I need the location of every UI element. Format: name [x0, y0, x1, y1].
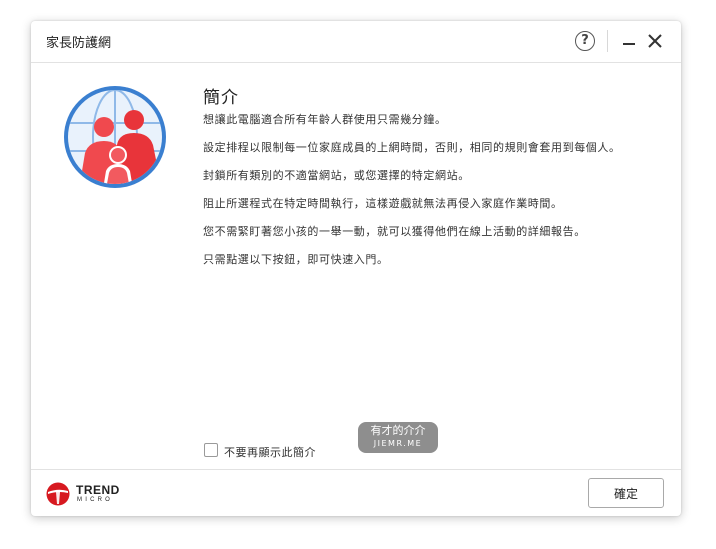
watermark-url: JIEMR.ME	[373, 439, 423, 448]
intro-paragraph: 您不需緊盯著您小孩的一舉一動，就可以獲得他們在線上活動的詳細報告。	[203, 225, 586, 238]
logo-brand: TREND	[76, 483, 120, 497]
intro-paragraph: 只需點選以下按鈕，即可快速入門。	[203, 253, 389, 266]
intro-paragraph: 設定排程以限制每一位家庭成員的上網時間，否則，相同的規則會套用到每個人。	[203, 141, 621, 154]
watermark-badge: 有才的介介 JIEMR.ME	[358, 422, 438, 453]
trend-micro-logo: TREND MICRO	[46, 481, 126, 507]
close-button[interactable]	[646, 32, 664, 50]
trend-micro-ball-icon	[46, 482, 70, 506]
parental-controls-dialog: 家長防護網 ? 簡介 想讓此電腦適合所有年齡人群使用只需幾分鐘。 設定排程以限制…	[31, 21, 681, 516]
ok-button[interactable]: 確定	[588, 478, 664, 508]
minimize-icon	[623, 43, 635, 45]
intro-heading: 簡介	[203, 88, 239, 108]
help-button[interactable]: ?	[575, 31, 595, 51]
dialog-footer: TREND MICRO 確定	[31, 469, 681, 516]
titlebar-divider	[607, 30, 608, 52]
close-icon	[648, 34, 662, 48]
title-bar: 家長防護網 ?	[31, 21, 681, 63]
window-title: 家長防護網	[46, 36, 112, 51]
intro-content: 簡介 想讓此電腦適合所有年齡人群使用只需幾分鐘。 設定排程以限制每一位家庭成員的…	[203, 83, 663, 282]
dont-show-again-checkbox[interactable]	[204, 443, 218, 457]
dont-show-again-label: 不要再顯示此簡介	[224, 446, 316, 459]
intro-paragraph: 阻止所選程式在特定時間執行，這樣遊戲就無法再侵入家庭作業時間。	[203, 197, 563, 210]
logo-brand-sub: MICRO	[77, 497, 113, 503]
family-globe-icon	[63, 85, 167, 189]
minimize-button[interactable]	[620, 32, 638, 50]
intro-paragraph: 想讓此電腦適合所有年齡人群使用只需幾分鐘。	[203, 113, 447, 126]
question-circle-icon: ?	[581, 33, 589, 48]
intro-paragraph: 封鎖所有類別的不適當網站，或您選擇的特定網站。	[203, 169, 470, 182]
watermark-title: 有才的介介	[370, 424, 426, 437]
